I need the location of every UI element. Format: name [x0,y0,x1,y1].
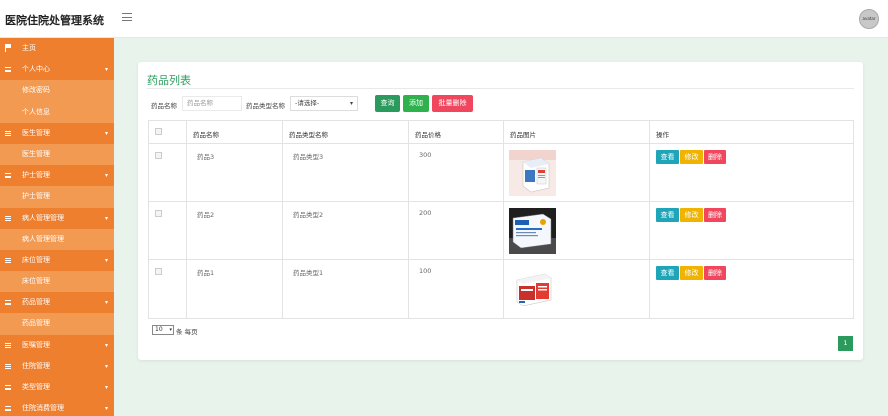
header-image: 药品图片 [510,131,536,139]
sidebar-item-bed[interactable]: 床位管理 [0,271,114,293]
header-name: 药品名称 [193,131,219,139]
sidebar: 主页 个人中心 ▾ 修改密码 个人信息 医生管理 ▾ 医生管理 护士管理 ▾ 护士管理… [0,38,114,416]
sidebar-item-change-password[interactable]: 修改密码 [0,80,114,102]
medicine-name: 药品3 [197,153,215,161]
sidebar-group-personal[interactable]: 个人中心 ▾ [0,59,114,81]
menu-toggle-icon[interactable] [122,13,132,21]
sidebar-item-doctor[interactable]: 医生管理 [0,143,114,166]
sidebar-item-profile[interactable]: 个人信息 [0,101,114,123]
sidebar-group-consumption[interactable]: 住院消费管理 ▾ [0,398,114,416]
batch-delete-button[interactable]: 批量删除 [432,95,473,112]
list-icon [5,406,11,412]
table-row: 药品3 药品类型3 300 查看 修改 删除 [149,144,853,202]
chevron-down-icon: ▾ [104,129,108,137]
medicine-type: 药品类型3 [293,153,324,161]
list-icon [5,130,11,136]
view-button[interactable]: 查看 [656,208,679,222]
edit-button[interactable]: 修改 [680,266,703,280]
chevron-down-icon: ▾ [104,299,108,307]
chevron-down-icon: ▾ [104,172,108,180]
type-filter-label: 药品类型名称 [246,102,285,110]
sidebar-group-orders[interactable]: 医嘱管理 ▾ [0,334,114,356]
avatar[interactable]: avatar [859,9,879,29]
sidebar-group-medicine[interactable]: 药品管理 ▾ [0,292,114,314]
sidebar-item-nurse[interactable]: 护士管理 [0,186,114,208]
name-filter-input[interactable]: 药品名称 [182,96,242,111]
medicine-image [509,208,556,254]
list-icon [5,257,11,263]
list-icon [5,300,11,306]
top-bar: 医院住院处管理系统 avatar [0,0,888,38]
flag-icon [5,44,11,52]
list-icon [5,67,11,73]
row-checkbox[interactable] [155,152,162,159]
view-button[interactable]: 查看 [656,150,679,164]
type-filter-select[interactable]: -请选择- ▾ [290,96,358,111]
list-icon [5,363,11,369]
row-checkbox[interactable] [155,268,162,275]
chevron-down-icon: ▾ [169,327,172,333]
sidebar-group-doctor[interactable]: 医生管理 ▾ [0,122,114,144]
chevron-down-icon: ▾ [104,405,108,413]
medicine-type: 药品类型1 [293,269,324,277]
medicine-name: 药品1 [197,269,215,277]
medicine-type: 药品类型2 [293,211,324,219]
list-icon [5,385,11,390]
sidebar-group-patient[interactable]: 病人管理管理 ▾ [0,207,114,229]
divider [147,88,854,89]
medicine-price: 200 [419,209,432,217]
chevron-down-icon: ▾ [104,384,108,391]
page-number-button[interactable]: 1 [838,336,853,351]
sidebar-item-medicine[interactable]: 药品管理 [0,313,114,335]
medicine-image [509,266,556,312]
chevron-down-icon: ▾ [104,66,108,74]
row-checkbox[interactable] [155,210,162,217]
view-button[interactable]: 查看 [656,266,679,280]
page-size-label: 条 每页 [176,328,198,336]
page-size-select[interactable]: 10 ▾ [152,325,174,335]
edit-button[interactable]: 修改 [680,208,703,222]
medicine-table: 药品名称 药品类型名称 药品价格 药品图片 操作 药品3 药品类型3 300 查… [148,120,854,319]
name-filter-label: 药品名称 [151,102,177,110]
delete-button[interactable]: 删除 [704,150,726,164]
app-title: 医院住院处管理系统 [5,14,104,27]
sidebar-group-type[interactable]: 类型管理 ▾ [0,377,114,399]
medicine-image [509,150,556,196]
sidebar-item-patient[interactable]: 病人管理管理 [0,228,114,250]
page-title: 药品列表 [147,74,191,87]
sidebar-group-nurse[interactable]: 护士管理 ▾ [0,165,114,187]
list-icon [5,173,11,179]
medicine-price: 100 [419,267,432,275]
table-row: 药品2 药品类型2 200 查看 修改 删除 [149,202,853,260]
select-all-checkbox[interactable] [155,128,162,135]
list-icon [5,215,11,221]
chevron-down-icon: ▾ [104,341,108,349]
chevron-down-icon: ▾ [104,362,108,370]
table-row: 药品1 药品类型1 100 查看 修改 删除 [149,260,853,318]
header-type: 药品类型名称 [289,131,328,139]
sidebar-item-home[interactable]: 主页 [0,38,114,60]
chevron-down-icon: ▾ [104,256,108,264]
medicine-name: 药品2 [197,211,215,219]
list-icon [5,342,11,348]
search-button[interactable]: 查询 [375,95,400,112]
table-header: 药品名称 药品类型名称 药品价格 药品图片 操作 [149,121,853,144]
chevron-down-icon: ▾ [349,100,353,107]
medicine-list-panel: 药品列表 药品名称 药品名称 药品类型名称 -请选择- ▾ 查询 添加 批量删除 … [138,62,863,360]
delete-button[interactable]: 删除 [704,266,726,280]
sidebar-group-inpatient[interactable]: 住院管理 ▾ [0,355,114,377]
sidebar-group-bed[interactable]: 床位管理 ▾ [0,249,114,272]
medicine-price: 300 [419,151,432,159]
delete-button[interactable]: 删除 [704,208,726,222]
edit-button[interactable]: 修改 [680,150,703,164]
chevron-down-icon: ▾ [104,214,108,222]
header-price: 药品价格 [415,131,441,139]
header-actions: 操作 [656,131,669,139]
add-button[interactable]: 添加 [403,95,429,112]
